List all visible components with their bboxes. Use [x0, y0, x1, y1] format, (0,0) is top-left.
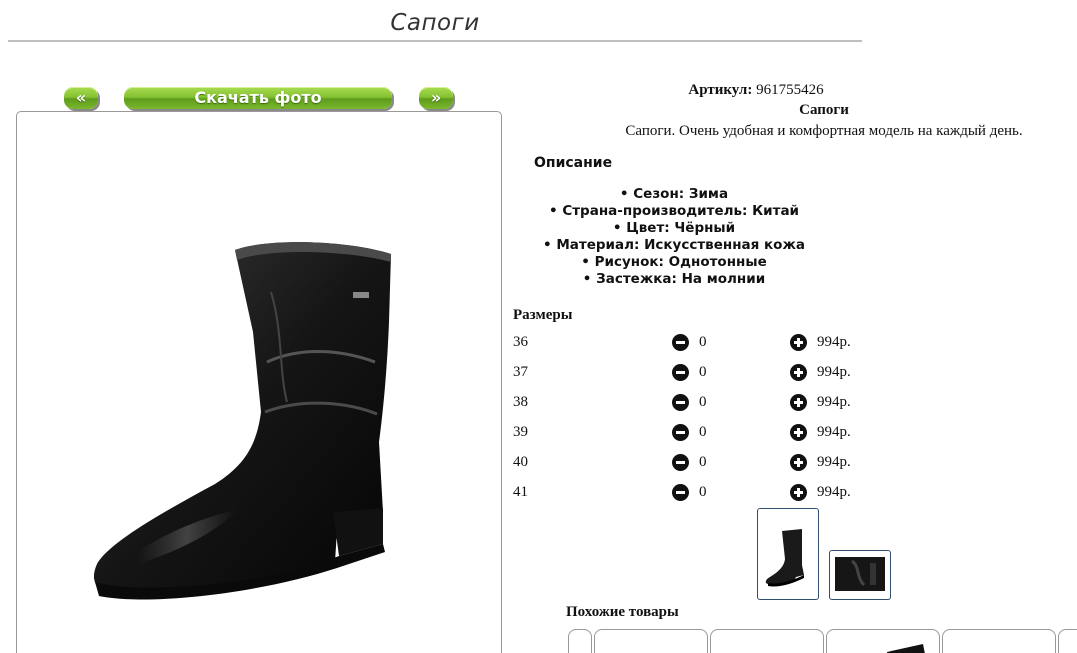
article-label: Артикул:: [688, 82, 753, 98]
size-row: 39 0 994р.: [513, 424, 913, 454]
minus-circle-icon[interactable]: [672, 454, 689, 471]
minus-circle-icon[interactable]: [672, 394, 689, 411]
title-divider: [8, 40, 862, 42]
minus-circle-icon[interactable]: [672, 424, 689, 441]
boot-thumbnail-image: [765, 529, 804, 587]
product-short-description: Сапоги. Очень удобная и комфортная модел…: [625, 123, 1023, 139]
sizes-heading: Размеры: [513, 307, 573, 323]
property-pattern: Рисунок: Однотонные: [524, 254, 824, 271]
price-value: 994р.: [817, 334, 851, 350]
download-photo-button[interactable]: Скачать фото: [124, 87, 392, 109]
size-row: 36 0 994р.: [513, 334, 913, 364]
property-country: Страна-производитель: Китай: [524, 203, 824, 220]
size-row: 40 0 994р.: [513, 454, 913, 484]
price-value: 994р.: [817, 454, 851, 470]
quantity-value: 0: [699, 334, 707, 350]
photo-thumbnail-detail[interactable]: [829, 550, 891, 600]
price-value: 994р.: [817, 394, 851, 410]
similar-product-card[interactable]: [1058, 629, 1077, 653]
quantity-value: 0: [699, 484, 707, 500]
properties-list: Сезон: Зима Страна-производитель: Китай …: [524, 186, 824, 288]
minus-circle-icon[interactable]: [672, 364, 689, 381]
plus-circle-icon[interactable]: [790, 364, 807, 381]
quantity-value: 0: [699, 394, 707, 410]
similar-product-card[interactable]: [594, 629, 708, 653]
similar-product-image: [887, 644, 925, 653]
main-product-photo[interactable]: [16, 111, 502, 653]
property-color: Цвет: Чёрный: [524, 220, 824, 237]
size-label: 41: [513, 484, 528, 500]
quantity-value: 0: [699, 364, 707, 380]
price-value: 994р.: [817, 484, 851, 500]
article-line: Артикул: 961755426: [513, 82, 999, 99]
similar-product-card[interactable]: [942, 629, 1056, 653]
price-value: 994р.: [817, 424, 851, 440]
prev-photo-button[interactable]: «: [64, 87, 98, 109]
property-material: Материал: Искусственная кожа: [524, 237, 824, 254]
price-value: 994р.: [817, 364, 851, 380]
plus-circle-icon[interactable]: [790, 424, 807, 441]
similar-product-card[interactable]: [710, 629, 824, 653]
page-title: Сапоги: [390, 10, 480, 36]
plus-circle-icon[interactable]: [790, 484, 807, 501]
property-season: Сезон: Зима: [524, 186, 824, 203]
article-value: 961755426: [756, 82, 824, 98]
size-label: 38: [513, 394, 528, 410]
photo-thumbnail-full[interactable]: [757, 508, 819, 600]
size-row: 37 0 994р.: [513, 364, 913, 394]
product-name: Сапоги: [799, 102, 849, 118]
minus-circle-icon[interactable]: [672, 484, 689, 501]
quantity-value: 0: [699, 454, 707, 470]
size-label: 37: [513, 364, 528, 380]
size-row: 41 0 994р.: [513, 484, 913, 514]
plus-circle-icon[interactable]: [790, 454, 807, 471]
similar-products-heading: Похожие товары: [566, 604, 679, 620]
quantity-value: 0: [699, 424, 707, 440]
size-label: 39: [513, 424, 528, 440]
plus-circle-icon[interactable]: [790, 394, 807, 411]
minus-circle-icon[interactable]: [672, 334, 689, 351]
size-label: 36: [513, 334, 528, 350]
product-page: Сапоги « Скачать фото » Артикул: 9617554…: [0, 0, 1077, 653]
boot-detail-thumbnail-image: [835, 557, 885, 591]
size-label: 40: [513, 454, 528, 470]
similar-product-card[interactable]: [826, 629, 940, 653]
next-photo-button[interactable]: »: [419, 87, 453, 109]
size-row: 38 0 994р.: [513, 394, 913, 424]
similar-product-card[interactable]: [568, 629, 592, 653]
description-heading: Описание: [534, 155, 613, 171]
property-fastener: Застежка: На молнии: [524, 271, 824, 288]
boot-image: [93, 242, 391, 600]
plus-circle-icon[interactable]: [790, 334, 807, 351]
